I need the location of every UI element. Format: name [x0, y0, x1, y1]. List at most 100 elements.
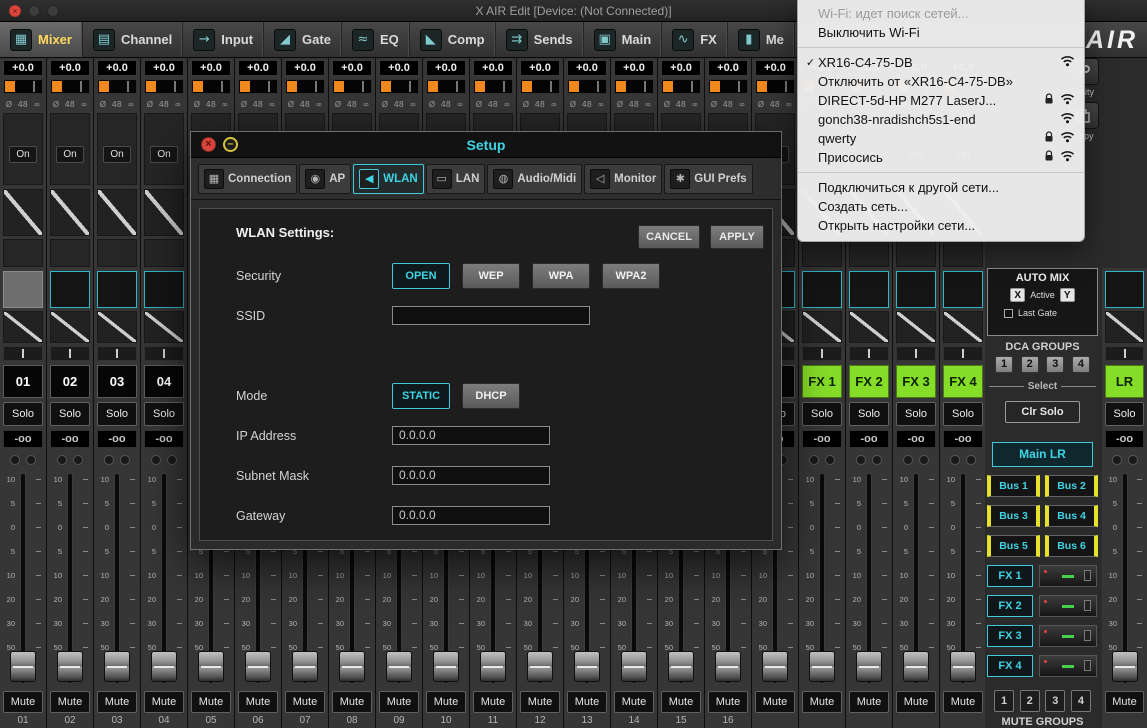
bus-send-button[interactable]: Bus 6 — [1045, 535, 1098, 557]
wifi-menu-item[interactable]: Присосись — [798, 148, 1084, 167]
solo-button[interactable]: Solo — [97, 402, 137, 426]
fader-knob[interactable] — [1112, 651, 1138, 682]
tab-comp[interactable]: ◣Comp — [410, 22, 496, 57]
tab-gate[interactable]: ◢Gate — [264, 22, 342, 57]
mute-button[interactable]: Mute — [567, 691, 607, 713]
fader-knob[interactable] — [574, 651, 600, 682]
fader-knob[interactable] — [950, 651, 976, 682]
security-option-wpa2[interactable]: WPA2 — [602, 263, 660, 289]
mute-button[interactable]: Mute — [755, 691, 795, 713]
solo-button[interactable]: Solo — [1105, 402, 1144, 426]
mute-button[interactable]: Mute — [708, 691, 748, 713]
mute-button[interactable]: Mute — [191, 691, 231, 713]
fader-knob[interactable] — [809, 651, 835, 682]
solo-button[interactable]: Solo — [144, 402, 184, 426]
channel-label[interactable]: 02 — [50, 365, 90, 398]
mute-button[interactable]: Mute — [97, 691, 137, 713]
fx-rack-thumbnail[interactable] — [1039, 565, 1097, 587]
dca-group-button[interactable]: 4 — [1072, 356, 1090, 373]
wifi-menu-item[interactable]: qwerty — [798, 129, 1084, 148]
fader-knob[interactable] — [856, 651, 882, 682]
main-lr-button[interactable]: Main LR — [992, 442, 1093, 467]
wifi-menu-item[interactable]: Отключить от «XR16-C4-75-DB» — [798, 72, 1084, 91]
solo-button[interactable]: Solo — [849, 402, 889, 426]
channel-on-button[interactable]: On — [56, 146, 84, 163]
security-option-open[interactable]: OPEN — [392, 263, 450, 289]
mute-group-button[interactable]: 2 — [1020, 690, 1040, 712]
wifi-menu-item[interactable]: Подключиться к другой сети... — [798, 178, 1084, 197]
channel-label[interactable]: 03 — [97, 365, 137, 398]
fader-knob[interactable] — [668, 651, 694, 682]
fader-knob[interactable] — [433, 651, 459, 682]
solo-button[interactable]: Solo — [802, 402, 842, 426]
wifi-menu-item[interactable]: Выключить Wi-Fi — [798, 23, 1084, 42]
mute-button[interactable]: Mute — [849, 691, 889, 713]
solo-button[interactable]: Solo — [50, 402, 90, 426]
fader[interactable]: 1050510203050 — [47, 471, 93, 688]
ip-address-input[interactable]: 0.0.0.0 — [392, 426, 550, 445]
solo-button[interactable]: Solo — [943, 402, 983, 426]
mute-button[interactable]: Mute — [50, 691, 90, 713]
fx-send-button[interactable]: FX 4 — [987, 655, 1033, 677]
bus-send-button[interactable]: Bus 2 — [1045, 475, 1098, 497]
channel-label[interactable]: FX 1 — [802, 365, 842, 398]
setup-tab-ap[interactable]: ◉AP — [299, 164, 351, 194]
mode-option-static[interactable]: STATIC — [392, 383, 450, 409]
fader-knob[interactable] — [292, 651, 318, 682]
solo-button[interactable]: Solo — [3, 402, 43, 426]
pan-slider[interactable] — [3, 346, 43, 361]
mute-button[interactable]: Mute — [614, 691, 654, 713]
fader-knob[interactable] — [57, 651, 83, 682]
fader[interactable]: 1050510203050 — [893, 471, 939, 688]
mute-button[interactable]: Mute — [661, 691, 701, 713]
bus-send-button[interactable]: Bus 3 — [987, 505, 1040, 527]
bus-send-button[interactable]: Bus 1 — [987, 475, 1040, 497]
wifi-menu-item[interactable]: Создать сеть... — [798, 197, 1084, 216]
pan-slider[interactable] — [802, 346, 842, 361]
security-option-wep[interactable]: WEP — [462, 263, 520, 289]
dialog-close-button[interactable]: × — [201, 137, 216, 152]
subnet-mask-input[interactable]: 0.0.0.0 — [392, 466, 550, 485]
fx-rack-thumbnail[interactable] — [1039, 655, 1097, 677]
bus-send-button[interactable]: Bus 5 — [987, 535, 1040, 557]
tab-mixer[interactable]: ▦Mixer — [0, 22, 83, 57]
apply-button[interactable]: APPLY — [710, 225, 764, 249]
tab-sends[interactable]: ⇉Sends — [496, 22, 584, 57]
fader[interactable]: 1050510203050 — [94, 471, 140, 688]
fader-knob[interactable] — [10, 651, 36, 682]
fader[interactable]: 1050510203050 — [141, 471, 187, 688]
setup-tab-lan[interactable]: ▭LAN — [426, 164, 486, 194]
channel-label[interactable]: FX 3 — [896, 365, 936, 398]
tab-me[interactable]: ▮Me — [728, 22, 795, 57]
channel-label[interactable]: LR — [1105, 365, 1144, 398]
pan-slider[interactable] — [1105, 346, 1144, 361]
fx-rack-thumbnail[interactable] — [1039, 595, 1097, 617]
fader-knob[interactable] — [762, 651, 788, 682]
fader-knob[interactable] — [715, 651, 741, 682]
dca-group-button[interactable]: 1 — [995, 356, 1013, 373]
mute-button[interactable]: Mute — [144, 691, 184, 713]
fader[interactable]: 1050510203050 — [846, 471, 892, 688]
mode-option-dhcp[interactable]: DHCP — [462, 383, 520, 409]
wifi-menu-item[interactable]: DIRECT-5d-HP M277 LaserJ... — [798, 91, 1084, 110]
pan-slider[interactable] — [943, 346, 983, 361]
security-option-wpa[interactable]: WPA — [532, 263, 590, 289]
tab-fx[interactable]: ∿FX — [662, 22, 728, 57]
tab-channel[interactable]: ▤Channel — [83, 22, 183, 57]
fader-knob[interactable] — [903, 651, 929, 682]
fx-send-button[interactable]: FX 1 — [987, 565, 1033, 587]
tab-main[interactable]: ▣Main — [584, 22, 663, 57]
pan-slider[interactable] — [97, 346, 137, 361]
dca-group-button[interactable]: 3 — [1046, 356, 1064, 373]
channel-label[interactable]: 04 — [144, 365, 184, 398]
automix-x-button[interactable]: X — [1010, 288, 1025, 302]
fader-knob[interactable] — [104, 651, 130, 682]
channel-on-button[interactable]: On — [9, 146, 37, 163]
fader-knob[interactable] — [198, 651, 224, 682]
mute-group-button[interactable]: 1 — [994, 690, 1014, 712]
mute-button[interactable]: Mute — [3, 691, 43, 713]
setup-tab-wlan[interactable]: ◀WLAN — [353, 164, 424, 194]
setup-tab-connection[interactable]: ▦Connection — [198, 164, 297, 194]
setup-tab-gui-prefs[interactable]: ✱GUI Prefs — [664, 164, 752, 194]
pan-slider[interactable] — [896, 346, 936, 361]
